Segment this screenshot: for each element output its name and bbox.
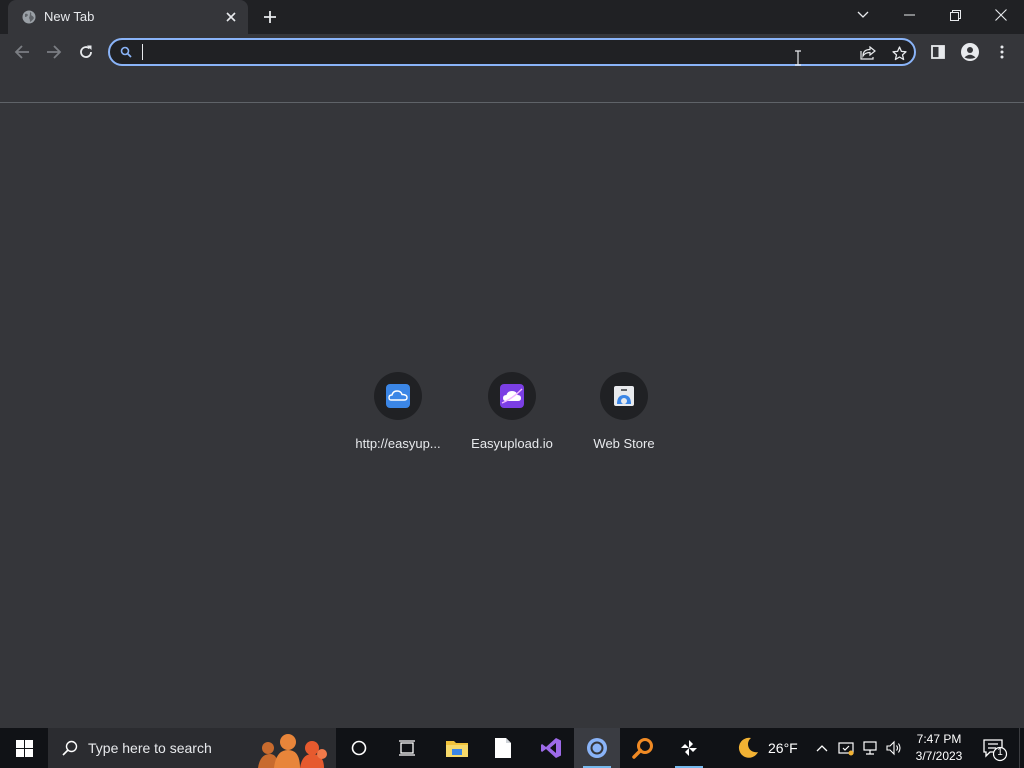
notification-count: 1 [997,747,1003,758]
system-clock[interactable]: 7:47 PM 3/7/2023 [906,731,972,765]
windows-start-icon[interactable] [0,728,48,768]
weather-widget[interactable]: 26°F [736,736,798,760]
show-desktop-button[interactable] [1019,728,1020,768]
browser-toolbar [0,34,1024,70]
shortcut-icon-circle [374,372,422,420]
notepad-icon[interactable] [480,728,526,768]
chevron-down-icon[interactable] [840,0,886,30]
reload-icon[interactable] [72,38,100,66]
shortcut-label: http://easyup... [355,436,441,451]
cortana-icon[interactable] [336,728,382,768]
search-app-icon[interactable] [620,728,666,768]
globe-icon [22,10,36,24]
pinwheel-app-icon[interactable] [666,728,712,768]
forward-arrow-icon[interactable] [40,38,68,66]
mouse-cursor-ibeam [795,50,801,66]
window-close-icon[interactable] [978,0,1024,30]
clock-time: 7:47 PM [916,732,962,746]
search-icon [120,46,132,58]
text-caret [142,44,143,60]
search-placeholder: Type here to search [88,740,212,756]
taskbar-search-box[interactable]: Type here to search [48,728,336,768]
shortcut-label: Easyupload.io [471,436,553,451]
volume-icon[interactable] [884,738,904,758]
shortcut-icon-circle [600,372,648,420]
visual-studio-icon[interactable] [528,728,574,768]
weather-temperature: 26°F [768,740,798,756]
file-explorer-icon[interactable] [434,728,480,768]
security-icon[interactable] [836,738,856,758]
profile-icon[interactable] [956,38,984,66]
restore-icon[interactable] [932,0,978,30]
shortcut-tile[interactable]: Web Store [568,370,680,460]
star-icon[interactable] [889,43,909,63]
search-icon [62,740,78,756]
back-arrow-icon[interactable] [8,38,36,66]
windows-taskbar: Type here to search 26°F 7:47 PM 3/7/202… [0,728,1024,768]
chevron-up-icon[interactable] [812,738,832,758]
tab-strip: New Tab [0,0,1024,34]
web-store-icon [614,386,634,406]
toolbar-divider [0,102,1024,103]
cloud-icon [386,384,410,408]
shortcut-tile[interactable]: Easyupload.io [456,370,568,460]
shortcut-tile[interactable]: http://easyup... [342,370,454,460]
side-panel-icon[interactable] [924,38,952,66]
address-input[interactable] [142,42,842,62]
shortcut-icon-circle [488,372,536,420]
tab-title: New Tab [44,9,95,24]
plus-icon[interactable] [258,6,282,28]
chrome-icon[interactable] [574,728,620,768]
cloud-upload-icon [500,384,524,408]
task-view-icon[interactable] [384,728,430,768]
network-icon[interactable] [860,738,880,758]
kebab-menu-icon[interactable] [988,38,1016,66]
notification-center-icon[interactable]: 1 [982,736,1008,762]
minimize-icon[interactable] [886,0,932,30]
shortcut-label: Web Store [593,436,655,451]
clock-date: 3/7/2023 [915,749,963,763]
search-highlight-art [258,734,327,768]
close-icon[interactable] [222,8,240,26]
tab-new-tab[interactable]: New Tab [8,0,248,34]
moon-icon [738,737,758,758]
share-icon[interactable] [858,43,878,63]
